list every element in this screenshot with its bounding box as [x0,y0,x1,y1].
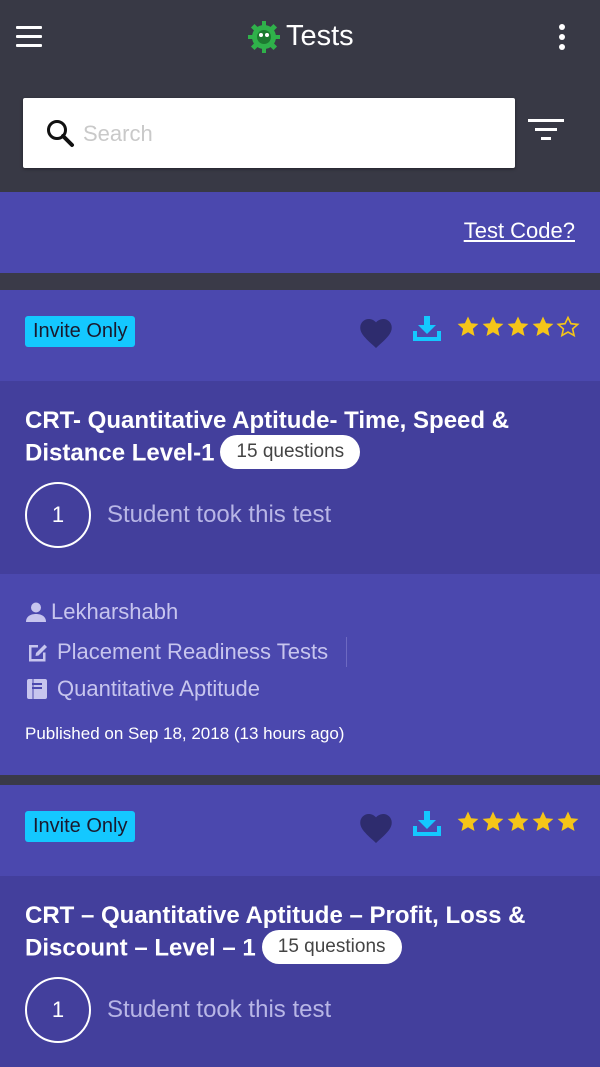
students-count: 1 [25,977,91,1043]
students-label: Student took this test [107,996,332,1023]
search-icon [47,120,74,147]
card-header: Invite Only [0,290,600,381]
heart-icon[interactable] [358,811,394,845]
students-took: 1 Student took this test [25,977,331,1043]
card-header: Invite Only [0,785,600,876]
star-filled-icon [507,316,529,336]
more-vertical-icon[interactable] [552,22,572,52]
book-icon [27,679,47,699]
person-icon [26,602,46,622]
download-icon[interactable] [410,809,444,839]
search-bar [0,75,600,192]
rating-stars [456,810,581,834]
students-label: Student took this test [107,501,332,528]
divider [346,637,348,667]
test-code-bar: Test Code? [0,192,600,273]
subject-row[interactable]: Quantitative Aptitude [25,676,260,702]
app-bar: Tests [0,0,600,75]
subject-name: Quantitative Aptitude [57,676,261,701]
hamburger-menu-icon[interactable] [16,26,42,48]
star-filled-icon [457,811,479,831]
author-row[interactable]: Lekharshabh [25,599,178,625]
edit-icon [29,644,47,662]
star-filled-icon [557,811,579,831]
invite-only-badge: Invite Only [25,316,136,347]
card-body: CRT- Quantitative Aptitude- Time, Speed … [0,381,600,574]
star-filled-icon [457,316,479,336]
filter-icon[interactable] [528,119,566,149]
test-card[interactable]: Invite Only CRT – Quantitative Aptitude … [0,785,600,1067]
search-box [23,98,515,168]
category-name: Placement Readiness Tests [57,639,329,664]
students-count: 1 [25,482,91,548]
test-card[interactable]: Invite Only CRT- Quantitative Aptitude- … [0,290,600,775]
published-date: Published on Sep 18, 2018 (13 hours ago) [25,724,345,743]
star-outline-icon [556,315,580,338]
app-title: Tests [246,14,354,58]
category-row[interactable]: Placement Readiness Tests [25,637,348,667]
card-meta: Lekharshabh Placement Readiness Tests Qu… [0,574,600,775]
author-name: Lekharshabh [51,599,179,624]
download-icon[interactable] [410,314,444,344]
question-count-badge: 15 questions [220,435,361,469]
rating-stars [456,315,581,339]
heart-icon[interactable] [358,316,394,350]
test-title[interactable]: CRT – Quantitative Aptitude – Profit, Lo… [25,900,575,966]
question-count-badge: 15 questions [261,930,402,964]
test-code-link[interactable]: Test Code? [464,218,575,244]
star-filled-icon [482,811,504,831]
test-title[interactable]: CRT- Quantitative Aptitude- Time, Speed … [25,405,575,471]
gear-robot-logo-icon [248,21,280,53]
card-body: CRT – Quantitative Aptitude – Profit, Lo… [0,876,600,1067]
star-filled-icon [507,811,529,831]
page-title: Tests [286,19,354,52]
search-input[interactable] [81,110,505,158]
star-filled-icon [482,316,504,336]
star-filled-icon [532,316,554,336]
invite-only-badge: Invite Only [25,811,136,842]
star-filled-icon [532,811,554,831]
students-took: 1 Student took this test [25,482,331,548]
